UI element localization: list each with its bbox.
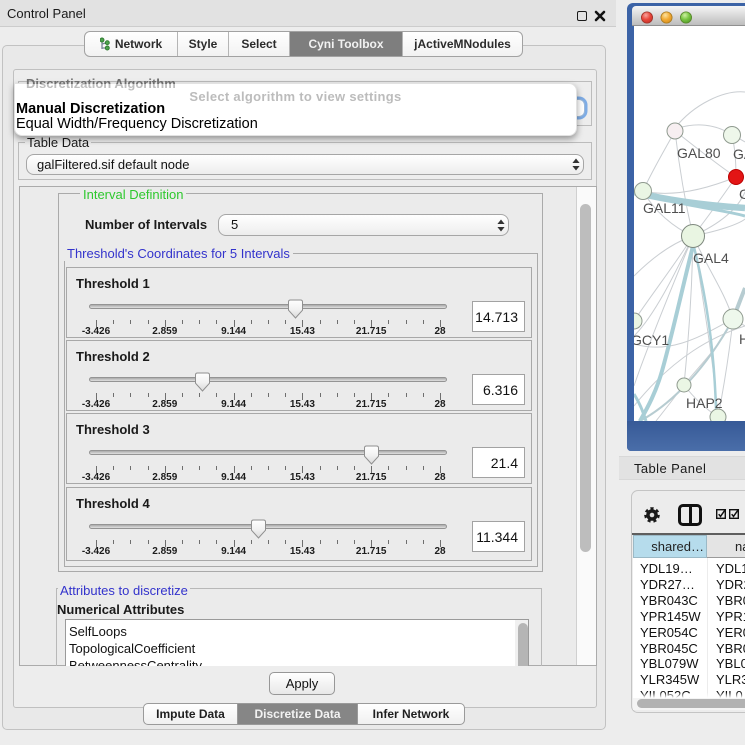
svg-text:H: H [739,331,745,347]
svg-text:C: C [739,186,745,202]
svg-text:GAL11: GAL11 [643,200,686,216]
svg-text:GCY1: GCY1 [634,332,669,348]
svg-text:GAL80: GAL80 [677,145,721,161]
svg-text:GA: GA [733,146,745,162]
svg-text:GAL4: GAL4 [693,250,729,266]
svg-text:HAP2: HAP2 [686,395,723,411]
